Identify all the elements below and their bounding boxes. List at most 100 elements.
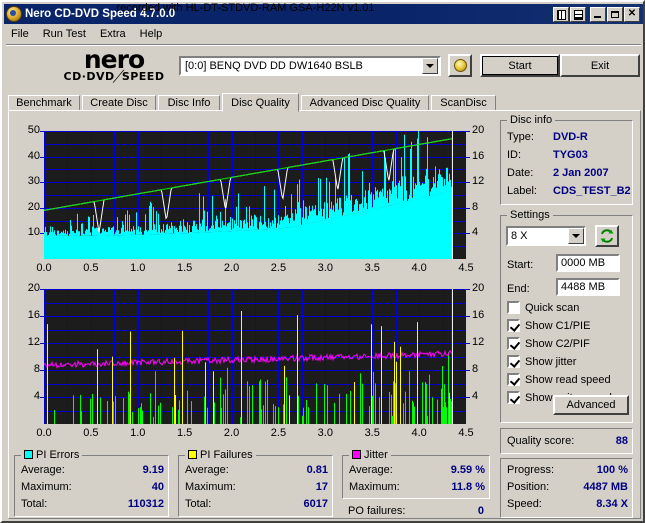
quality-score-value: 88: [615, 435, 628, 447]
tick-mark: [466, 397, 470, 398]
pi-errors-chart-ytick-left: 10: [27, 226, 40, 239]
pi-errors-chart-ytick-right: 4: [472, 226, 479, 239]
pi-errors-chart-ytick-left: 20: [27, 200, 40, 213]
pi-failures-jitter-chart-ytick-right: 4: [472, 390, 479, 402]
jitter-group: Jitter Average: 9.59 % Maximum: 11.8 %: [342, 449, 490, 499]
menu-item-file[interactable]: File: [4, 27, 36, 41]
copy-to-clipboard-icon[interactable]: [553, 6, 569, 22]
pi-failures-caption: PI Failures: [185, 449, 256, 461]
pi-failures-total-value: 6017: [303, 498, 328, 510]
checkbox-show-read-speed[interactable]: Show read speed: [507, 373, 611, 386]
disc-info-group: Disc info Type: DVD-R ID: TYG03 Date: 2 …: [500, 114, 633, 205]
chevron-down-icon[interactable]: [422, 58, 438, 74]
checkbox-box[interactable]: [507, 337, 520, 350]
tick-mark: [40, 397, 44, 398]
tick-mark: [466, 208, 470, 209]
jitter-legend-swatch: [352, 450, 361, 459]
pi-failures-legend-swatch: [188, 450, 197, 459]
pi-errors-chart-xtick: 0.0: [36, 262, 52, 274]
checkbox-box[interactable]: [507, 301, 520, 314]
close-button[interactable]: ✕: [624, 6, 640, 22]
pi-errors-average-value: 9.19: [142, 464, 164, 476]
logo-subtitle: CD·DVD╱SPEED: [54, 70, 174, 83]
tab-advanced-disc-quality[interactable]: Advanced Disc Quality: [301, 95, 429, 111]
settings-group: Settings 8 X Start: 0000 MB End: 4488 MB…: [500, 209, 633, 423]
tick-mark: [466, 157, 470, 158]
exit-button[interactable]: Exit: [560, 54, 640, 77]
menu-item-run-test[interactable]: Run Test: [36, 27, 93, 41]
position-value: 4487 MB: [583, 481, 628, 493]
checkbox-label: Show C1/PIE: [525, 319, 591, 332]
chevron-down-icon[interactable]: [568, 228, 584, 244]
pi-failures-jitter-chart-xtick: 4.0: [411, 427, 427, 439]
pi-errors-caption: PI Errors: [21, 449, 83, 461]
end-mb-label: End:: [507, 283, 530, 295]
chart-title: recorded with HL-DT-STDVD-RAM GSA-H22N v…: [116, 2, 375, 14]
save-icon[interactable]: [570, 6, 586, 22]
menu-item-extra[interactable]: Extra: [93, 27, 133, 41]
tick-mark: [466, 182, 470, 183]
checkbox-box[interactable]: [507, 355, 520, 368]
checkbox-box[interactable]: [507, 391, 520, 404]
pi-errors-average-label: Average:: [21, 464, 65, 476]
advanced-button[interactable]: Advanced: [553, 395, 629, 415]
pi-errors-chart-xtick: 1.5: [177, 262, 193, 274]
pi-failures-jitter-chart-ytick-right: 20: [472, 282, 485, 294]
disc-type-label: Type:: [507, 131, 534, 143]
menu-item-help[interactable]: Help: [133, 27, 170, 41]
jitter-caption-text: Jitter: [364, 449, 388, 461]
checkbox-show-c1-pie[interactable]: Show C1/PIE: [507, 319, 590, 332]
disc-info-icon-button[interactable]: [448, 54, 472, 77]
disc-label-label: Label:: [507, 185, 537, 197]
app-window: Nero CD-DVD Speed 4.7.0.0 ✕ File Run Tes…: [0, 0, 645, 523]
start-mb-input[interactable]: 0000 MB: [556, 254, 620, 272]
tick-mark: [466, 289, 470, 290]
checkbox-label: Quick scan: [525, 301, 580, 314]
tab-strip: Benchmark Create Disc Disc Info Disc Qua…: [8, 93, 641, 112]
tick-mark: [40, 182, 44, 183]
progress-label: Progress:: [507, 464, 555, 476]
pi-failures-jitter-chart-ytick-right: 12: [472, 336, 485, 348]
pi-failures-jitter-chart-ytick-right: 16: [472, 309, 485, 321]
tab-scandisc[interactable]: ScanDisc: [431, 95, 496, 111]
pi-errors-total-value: 110312: [127, 498, 164, 510]
pi-failures-jitter-chart-xtick: 2.5: [270, 427, 287, 439]
pi-failures-jitter-chart-ytick-left: 20: [27, 282, 40, 294]
start-button[interactable]: Start: [480, 54, 560, 77]
pi-failures-jitter-chart-ytick-left: 16: [27, 309, 40, 321]
tab-benchmark[interactable]: Benchmark: [8, 95, 80, 111]
speed-select[interactable]: 8 X: [506, 226, 586, 246]
checkbox-box[interactable]: [507, 373, 520, 386]
po-failures-value: 0: [477, 505, 484, 517]
minimize-button[interactable]: [590, 6, 606, 22]
pi-errors-chart-xtick: 0.5: [83, 262, 99, 274]
checkbox-quick-scan[interactable]: Quick scan: [507, 301, 579, 314]
tick-mark: [40, 208, 44, 209]
toolbar-row: nero CD·DVD╱SPEED [0:0] BENQ DVD DD DW16…: [6, 47, 641, 88]
po-failures-label: PO failures:: [348, 505, 406, 517]
disc-id-label: ID:: [507, 149, 522, 161]
pi-failures-jitter-chart-xtick: 0.5: [83, 427, 99, 439]
jitter-average-value: 9.59 %: [450, 464, 485, 476]
pi-errors-chart-ytick-right: 20: [472, 124, 485, 136]
drive-select[interactable]: [0:0] BENQ DVD DD DW1640 BSLB: [179, 56, 441, 76]
checkbox-label: Show jitter: [525, 355, 577, 368]
refresh-button[interactable]: [595, 225, 619, 247]
quality-score-label: Quality score:: [507, 435, 575, 447]
checkbox-box[interactable]: [507, 319, 520, 332]
pi-errors-chart-ytick-left: 50: [27, 124, 40, 136]
checkbox-show-c2-pif[interactable]: Show C2/PIF: [507, 337, 590, 350]
tick-mark: [40, 370, 44, 371]
pi-failures-jitter-chart-ytick-left: 8: [33, 363, 40, 375]
tab-disc-quality[interactable]: Disc Quality: [222, 93, 299, 112]
tab-disc-info[interactable]: Disc Info: [158, 95, 220, 111]
maximize-button[interactable]: [607, 6, 623, 22]
checkbox-show-jitter[interactable]: Show jitter: [507, 355, 576, 368]
settings-caption: Settings: [507, 209, 553, 221]
speed-select-value: 8 X: [511, 230, 528, 242]
end-mb-input[interactable]: 4488 MB: [556, 278, 620, 296]
jitter-maximum-value: 11.8 %: [451, 481, 485, 493]
tick-mark: [466, 233, 470, 234]
tab-create-disc[interactable]: Create Disc: [82, 95, 156, 111]
pi-failures-jitter-chart-xtick: 0.0: [36, 427, 52, 439]
